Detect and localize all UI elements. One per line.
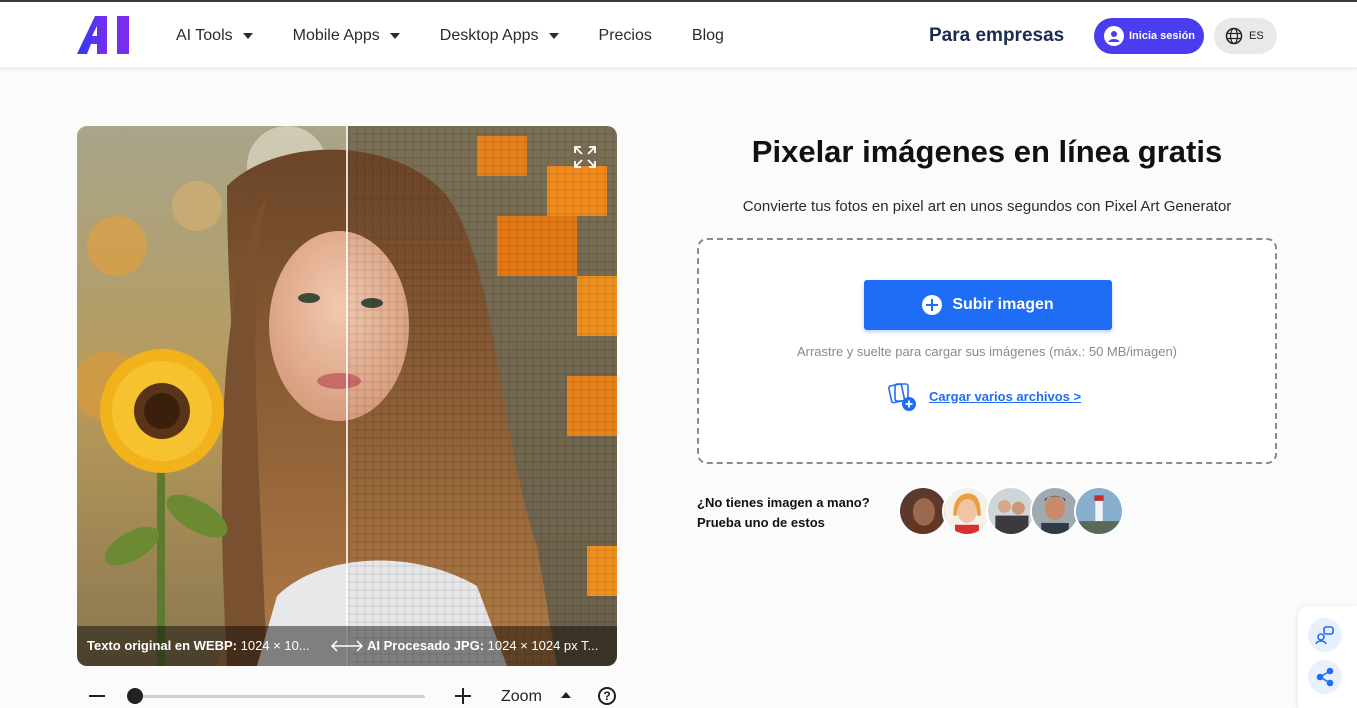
page-title: Pixelar imágenes en línea gratis: [751, 134, 1223, 169]
expand-icon[interactable]: [574, 146, 596, 168]
multiple-files-icon: [888, 383, 916, 411]
help-icon[interactable]: ?: [598, 687, 616, 705]
zoom-out-icon[interactable]: [89, 695, 105, 697]
nav-label: Desktop Apps: [439, 27, 539, 44]
zoom-controls: Zoom ?: [77, 682, 617, 708]
share-button[interactable]: [1308, 660, 1342, 694]
login-label: Inicia sesión: [1129, 30, 1196, 42]
globe-icon: [1225, 27, 1243, 45]
user-icon: [1104, 26, 1124, 46]
zoom-label[interactable]: Zoom: [501, 688, 542, 706]
sample-thumbnail[interactable]: [1074, 486, 1124, 536]
processed-caption-dims: 1024 × 1024 px T...: [484, 638, 599, 653]
caret-down-icon: [389, 33, 400, 39]
comparison-caption-bar: Texto original en WEBP: 1024 × 10... AI …: [77, 626, 617, 666]
before-after-comparison[interactable]: Texto original en WEBP: 1024 × 10... AI …: [77, 126, 617, 666]
nav-label: AI Tools: [176, 27, 233, 44]
page-subtitle: Convierte tus fotos en pixel art en unos…: [742, 198, 1232, 215]
original-caption-label: Texto original en WEBP:: [87, 638, 237, 653]
drop-hint: Arrastre y suelte para cargar sus imágen…: [796, 344, 1178, 359]
feedback-icon: [1315, 626, 1334, 645]
original-caption: Texto original en WEBP: 1024 × 10...: [87, 638, 327, 653]
site-header: AI Tools Mobile Apps Desktop Apps Precio…: [0, 0, 1357, 67]
swap-arrows-icon: [330, 640, 364, 652]
share-icon: [1316, 667, 1334, 687]
nav-blog[interactable]: Blog: [692, 26, 724, 46]
upload-dropzone[interactable]: Subir imagen Arrastre y suelte para carg…: [697, 238, 1277, 464]
login-button[interactable]: Inicia sesión: [1094, 18, 1204, 54]
language-label: ES: [1249, 30, 1264, 42]
sample-thumbnail[interactable]: [986, 486, 1036, 536]
sample-thumbnail[interactable]: [942, 486, 992, 536]
samples-line-2: Prueba uno de estos: [697, 515, 825, 530]
caret-down-icon: [548, 33, 559, 39]
sample-thumbnails: [898, 486, 1124, 536]
multi-files-link[interactable]: Cargar varios archivos >: [929, 389, 1081, 404]
upload-button-label: Subir imagen: [952, 296, 1054, 313]
upload-image-button[interactable]: Subir imagen: [864, 280, 1112, 330]
enterprise-link[interactable]: Para empresas: [929, 25, 1064, 47]
nav-label: Blog: [691, 27, 724, 44]
caret-up-icon[interactable]: [561, 692, 571, 698]
samples-line-1: ¿No tienes imagen a mano?: [697, 495, 870, 510]
comparison-divider-handle[interactable]: [346, 126, 348, 666]
samples-prompt: ¿No tienes imagen a mano? Prueba uno de …: [697, 493, 870, 533]
feedback-button[interactable]: [1308, 618, 1342, 652]
side-tools-panel: [1298, 606, 1357, 708]
zoom-in-icon-vertical[interactable]: [462, 688, 464, 704]
nav-ai-tools[interactable]: AI Tools: [176, 26, 253, 46]
processed-caption: AI Procesado JPG: 1024 × 1024 px T...: [367, 638, 607, 653]
sample-thumbnail[interactable]: [1030, 486, 1080, 536]
nav-precios[interactable]: Precios: [599, 26, 652, 46]
nav-desktop-apps[interactable]: Desktop Apps: [440, 26, 559, 46]
nav-label: Mobile Apps: [292, 27, 380, 44]
multi-files-upload[interactable]: Cargar varios archivos >: [887, 380, 1081, 412]
nav-mobile-apps[interactable]: Mobile Apps: [293, 26, 400, 46]
zoom-slider-track[interactable]: [133, 695, 425, 698]
language-selector[interactable]: ES: [1214, 18, 1277, 54]
caret-down-icon: [242, 33, 253, 39]
original-caption-dims: 1024 × 10...: [237, 638, 310, 653]
plus-circle-icon: [922, 295, 943, 315]
zoom-slider-thumb[interactable]: [127, 688, 143, 704]
sample-thumbnail[interactable]: [898, 486, 948, 536]
main-nav: AI Tools Mobile Apps Desktop Apps Precio…: [176, 26, 764, 46]
processed-caption-label: AI Procesado JPG:: [367, 638, 485, 653]
logo-icon[interactable]: [77, 16, 133, 54]
nav-label: Precios: [598, 27, 652, 44]
